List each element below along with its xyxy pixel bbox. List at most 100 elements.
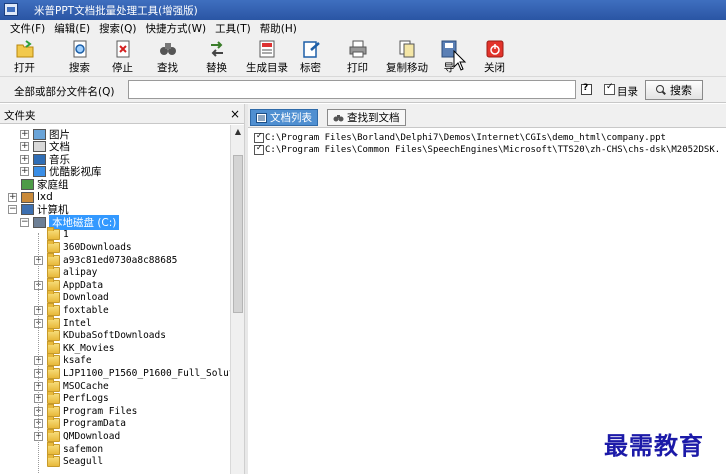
close-panel-icon[interactable]: × bbox=[230, 107, 240, 121]
tree-node-label: safemon bbox=[63, 443, 104, 455]
tree-node[interactable]: + AppData bbox=[34, 277, 103, 291]
folder-icon bbox=[47, 391, 60, 405]
binoculars-icon bbox=[159, 43, 176, 55]
expand-icon[interactable]: + bbox=[20, 129, 29, 139]
pc-icon bbox=[21, 204, 34, 216]
file-checkbox[interactable] bbox=[254, 143, 264, 155]
toolbar-button-label: 查找 bbox=[157, 62, 178, 74]
tab-document-list-label: 文档列表 bbox=[270, 112, 312, 124]
directory-checkbox[interactable] bbox=[604, 82, 615, 95]
tree-node[interactable]: + foxtable bbox=[34, 302, 109, 316]
scroll-thumb[interactable] bbox=[233, 155, 243, 313]
folder-icon bbox=[47, 365, 60, 379]
scroll-up-icon[interactable]: ▲ bbox=[233, 127, 243, 137]
toolbar-button-open-folder[interactable]: 打开 bbox=[14, 38, 35, 75]
tree-node-label: alipay bbox=[63, 267, 98, 279]
watermark: 最需教育 bbox=[604, 431, 704, 460]
tree-node[interactable]: + ksafe bbox=[34, 353, 92, 367]
file-path: C:\Program Files\Common Files\SpeechEngi… bbox=[265, 145, 721, 155]
folder-icon bbox=[47, 340, 60, 354]
file-list-item[interactable]: C:\Program Files\Borland\Delphi7\Demos\I… bbox=[254, 131, 666, 144]
tree-node[interactable]: + LJP1100_P1560_P1600_Full_Solut bbox=[34, 365, 230, 379]
toolbar-button-replace[interactable]: 替换 bbox=[206, 38, 227, 75]
tree-node[interactable]: alipay bbox=[34, 265, 98, 279]
menu-item-1[interactable]: 编辑(E) bbox=[54, 21, 90, 36]
tab-found-documents[interactable]: 查找到文档 bbox=[327, 109, 406, 126]
tree-node[interactable]: Seagull bbox=[34, 454, 104, 468]
toolbar-button-label: 停止 bbox=[112, 62, 133, 74]
tree-scrollbar[interactable]: ▲ bbox=[230, 125, 244, 474]
folder-icon bbox=[47, 328, 60, 342]
tab-found-documents-label: 查找到文档 bbox=[347, 112, 400, 124]
stop-icon bbox=[116, 40, 129, 58]
menu-item-5[interactable]: 帮助(H) bbox=[260, 21, 297, 36]
tree-node-label: 本地磁盘 (C:) bbox=[49, 214, 120, 230]
pic-icon bbox=[33, 128, 46, 140]
expand-icon[interactable]: + bbox=[20, 167, 29, 177]
tree-node-label: Intel bbox=[63, 317, 92, 329]
menu-item-4[interactable]: 工具(T) bbox=[215, 21, 251, 36]
doc-icon bbox=[33, 141, 46, 153]
menu-bar: 文件(F) 编辑(E) 搜索(Q) 快捷方式(W) 工具(T) 帮助(H) bbox=[0, 20, 726, 36]
tree-node-label: Seagull bbox=[63, 456, 104, 468]
toolbar-button-search-doc[interactable]: 搜索 bbox=[69, 38, 90, 75]
tree-node-label: foxtable bbox=[63, 304, 109, 316]
toolbar-button-mark-secret[interactable]: 标密 bbox=[300, 38, 321, 75]
expand-icon[interactable]: + bbox=[20, 154, 29, 164]
tree-node[interactable]: + Intel bbox=[34, 315, 92, 329]
tree-node-label: 家庭组 bbox=[37, 178, 69, 191]
folder-panel-header: 文件夹 × bbox=[0, 104, 244, 124]
folder-icon bbox=[47, 290, 60, 304]
toolbar-button-label: 打开 bbox=[14, 62, 35, 74]
tree-node[interactable]: + PerfLogs bbox=[34, 391, 109, 405]
tree-node-label: KK_Movies bbox=[63, 342, 115, 354]
user-icon bbox=[21, 191, 34, 203]
file-path: C:\Program Files\Borland\Delphi7\Demos\I… bbox=[265, 133, 666, 143]
tree-node[interactable]: 家庭组 bbox=[8, 178, 69, 191]
tree-node-label: MSOCache bbox=[63, 380, 109, 392]
tree-node[interactable]: Download bbox=[34, 290, 109, 304]
toolbar-button-label: 打印 bbox=[347, 62, 368, 74]
collapse-icon[interactable]: − bbox=[8, 205, 17, 215]
toolbar-button-generate-toc[interactable]: 生成目录 bbox=[246, 38, 288, 75]
collapse-icon[interactable]: − bbox=[20, 217, 29, 227]
file-list-item[interactable]: C:\Program Files\Common Files\SpeechEngi… bbox=[254, 143, 721, 156]
close-power-icon bbox=[486, 40, 503, 58]
menu-item-2[interactable]: 搜索(Q) bbox=[99, 21, 136, 36]
menu-item-0[interactable]: 文件(F) bbox=[10, 21, 45, 36]
help-icon[interactable] bbox=[581, 83, 592, 95]
tree-guide-line bbox=[38, 233, 39, 473]
toolbar-button-label: 标密 bbox=[300, 62, 321, 74]
toolbar-button-printer[interactable]: 打印 bbox=[347, 38, 368, 75]
copy-move-icon bbox=[399, 40, 415, 58]
folder-icon bbox=[47, 428, 60, 442]
tree-node[interactable]: − 本地磁盘 (C:) bbox=[20, 214, 120, 230]
menu-item-3[interactable]: 快捷方式(W) bbox=[146, 21, 207, 36]
tree-node[interactable]: + MSOCache bbox=[34, 378, 109, 392]
filename-search-label: 全部或部分文件名(Q) bbox=[14, 86, 115, 98]
toolbar-button-close-power[interactable]: 关闭 bbox=[484, 38, 505, 75]
expand-icon[interactable]: + bbox=[8, 192, 17, 202]
toolbar-button-label: 替换 bbox=[206, 62, 227, 74]
binoculars-icon bbox=[333, 114, 344, 121]
toolbar-button-copy-move[interactable]: 复制移动 bbox=[386, 38, 428, 75]
search-button[interactable]: 搜索 bbox=[645, 80, 703, 100]
folder-icon bbox=[47, 265, 60, 279]
tab-document-list[interactable]: 文档列表 bbox=[250, 109, 318, 126]
tree-node[interactable]: safemon bbox=[34, 441, 104, 455]
tree-node-label: 360Downloads bbox=[63, 241, 132, 253]
toolbar-button-binoculars[interactable]: 查找 bbox=[157, 38, 178, 75]
expand-icon[interactable]: + bbox=[20, 142, 29, 152]
folder-icon bbox=[47, 378, 60, 392]
tree-node-label: KDubaSoftDownloads bbox=[63, 330, 166, 342]
search-doc-icon bbox=[73, 40, 86, 58]
folder-icon bbox=[47, 353, 60, 367]
tree-node[interactable]: + a93c81ed0730a8c88685 bbox=[34, 252, 177, 266]
app-icon bbox=[4, 3, 18, 16]
file-checkbox[interactable] bbox=[254, 131, 264, 143]
filename-search-input[interactable] bbox=[128, 80, 576, 99]
folder-icon bbox=[47, 441, 60, 455]
toolbar-button-stop[interactable]: 停止 bbox=[112, 38, 133, 75]
tree-node-label: QMDownload bbox=[63, 430, 121, 442]
home-icon bbox=[21, 178, 34, 190]
